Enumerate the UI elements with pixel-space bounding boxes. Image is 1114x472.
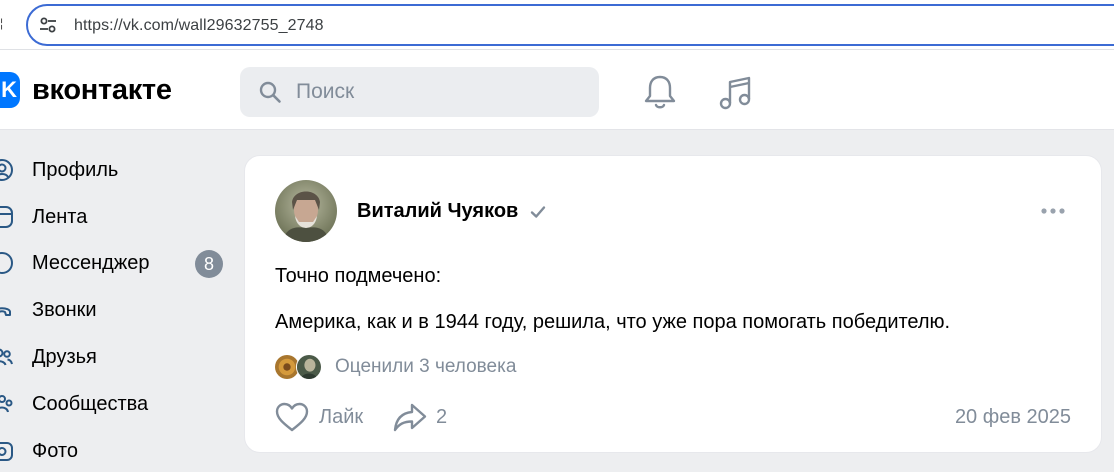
browser-toolbar: ¦ https://vk.com/wall29632755_2748 xyxy=(0,0,1114,50)
post-text-line: Америка, как и в 1944 году, решила, что … xyxy=(275,311,951,333)
photo-icon xyxy=(0,442,13,461)
share-button[interactable]: 2 xyxy=(393,400,473,434)
search-box[interactable] xyxy=(240,67,599,117)
messenger-icon xyxy=(0,251,14,275)
friends-icon xyxy=(0,348,13,366)
sidebar-item-label: Звонки xyxy=(32,299,97,321)
like-label: Лайк xyxy=(319,406,364,428)
share-arrow-icon xyxy=(393,403,427,432)
sidebar-item-communities[interactable]: Сообщества xyxy=(0,382,235,426)
sidebar-item-feed[interactable]: Лента xyxy=(0,195,235,239)
share-count: 2 xyxy=(436,406,448,428)
post-author-name[interactable]: Виталий Чуяков xyxy=(357,199,518,223)
vk-logo-icon[interactable]: K xyxy=(0,72,20,108)
wall-post: Виталий Чуяков Точно подмечено: Америка,… xyxy=(244,155,1102,453)
feed-icon xyxy=(0,206,13,228)
site-settings-icon[interactable] xyxy=(39,17,57,33)
communities-icon xyxy=(0,395,13,413)
more-options-icon[interactable] xyxy=(1039,201,1067,221)
sidebar-item-label: Профиль xyxy=(32,159,119,181)
sidebar-item-label: Сообщества xyxy=(32,393,149,415)
sidebar-item-photo[interactable]: Фото xyxy=(0,429,235,472)
music-icon[interactable] xyxy=(716,74,754,112)
calls-icon xyxy=(0,307,11,316)
search-icon xyxy=(259,81,281,103)
unread-count-badge: 8 xyxy=(195,250,223,278)
post-text-line: Точно подмечено: xyxy=(275,265,442,287)
author-avatar[interactable] xyxy=(275,180,337,242)
sidebar-item-label: Лента xyxy=(32,206,88,228)
reactions-summary[interactable]: Оценили 3 человека xyxy=(335,356,516,378)
post-date[interactable]: 20 фев 2025 xyxy=(955,405,1071,429)
like-button[interactable]: Лайк xyxy=(275,400,375,434)
sidebar-item-label: Мессенджер xyxy=(32,252,150,274)
sidebar-item-messenger[interactable]: Мессенджер 8 xyxy=(0,241,235,285)
liker-avatar xyxy=(296,354,322,380)
search-input[interactable] xyxy=(296,67,586,117)
sidebar-item-calls[interactable]: Звонки xyxy=(0,288,235,332)
likers-avatars[interactable] xyxy=(274,354,326,380)
sidebar-item-label: Друзья xyxy=(32,346,97,368)
sidebar-item-profile[interactable]: Профиль xyxy=(0,148,235,192)
sidebar-item-label: Фото xyxy=(32,440,78,462)
verified-check-icon xyxy=(530,206,546,218)
site-header: K вконтакте xyxy=(0,50,1114,130)
left-navigation: Профиль Лента Мессенджер 8 Звонки Друзья xyxy=(0,130,240,472)
bell-icon[interactable] xyxy=(641,72,679,112)
sidebar-item-friends[interactable]: Друзья xyxy=(0,335,235,379)
vk-logo-text[interactable]: вконтакте xyxy=(32,72,172,108)
profile-icon xyxy=(0,159,13,181)
window-edge-mark: ¦ xyxy=(0,16,4,30)
heart-icon xyxy=(275,402,309,432)
url-text[interactable]: https://vk.com/wall29632755_2748 xyxy=(74,16,324,36)
address-bar[interactable]: https://vk.com/wall29632755_2748 xyxy=(26,4,1114,46)
